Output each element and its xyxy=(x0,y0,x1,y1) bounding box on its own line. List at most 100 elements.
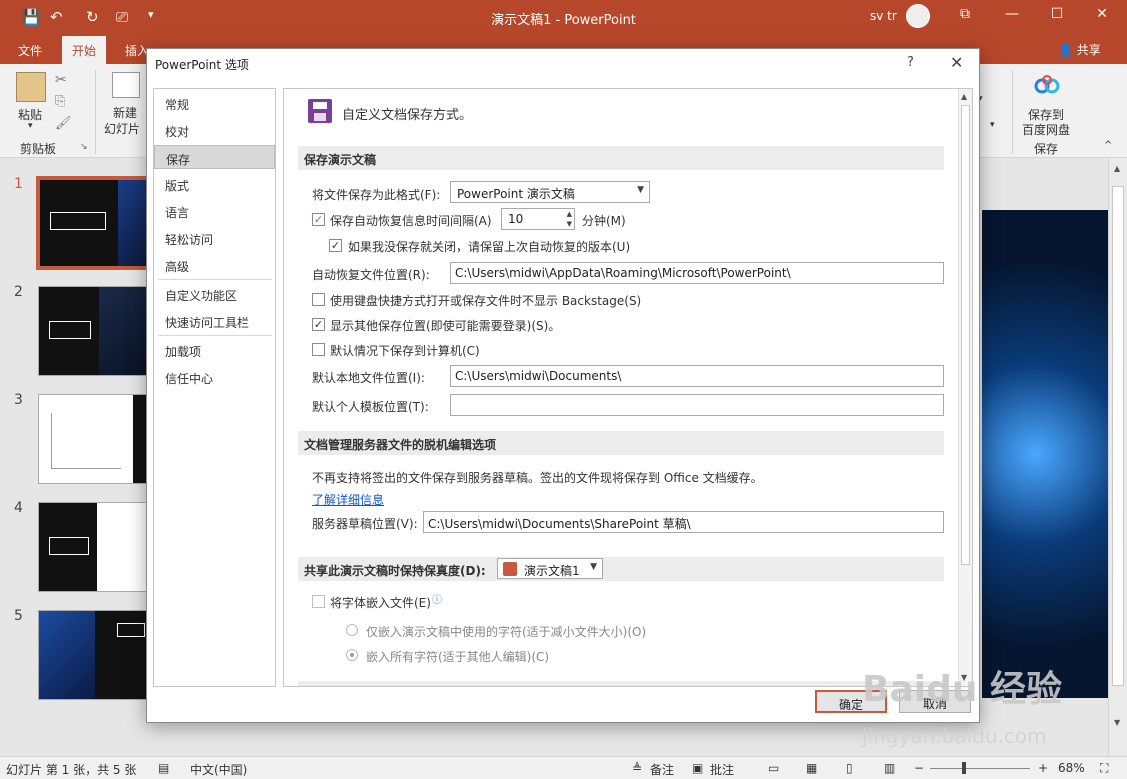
reading-view-icon[interactable]: ▯ xyxy=(846,761,853,775)
notes-icon[interactable]: ≜ xyxy=(632,761,642,775)
slideshow-view-icon[interactable]: ▥ xyxy=(884,761,895,775)
fit-slide-icon[interactable]: ⛶ xyxy=(1100,761,1108,776)
save-format-select[interactable]: PowerPoint 演示文稿 ▼ xyxy=(450,181,650,203)
slide-thumbnail[interactable] xyxy=(38,286,156,376)
nav-trust-center[interactable]: 信任中心 xyxy=(154,365,275,389)
minimize-icon[interactable]: — xyxy=(1002,6,1022,22)
next-section-header xyxy=(298,681,944,686)
embed-used-chars-radio[interactable] xyxy=(346,624,358,636)
server-drafts-location-input[interactable]: C:\Users\midwi\Documents\SharePoint 草稿\ xyxy=(423,511,944,533)
cut-icon[interactable]: ✂ xyxy=(55,72,67,88)
minutes-label: 分钟(M) xyxy=(582,214,626,228)
normal-view-icon[interactable]: ▭ xyxy=(768,761,779,775)
comments-icon[interactable]: ▣ xyxy=(692,761,703,775)
scroll-up-icon[interactable]: ▲ xyxy=(961,92,967,101)
language-indicator[interactable]: 中文(中国) xyxy=(190,761,247,778)
show-other-locations-label: 显示其他保存位置(即使可能需要登录)(S)。 xyxy=(330,319,561,333)
ribbon-separator xyxy=(1012,70,1013,154)
nav-divider xyxy=(158,335,272,336)
save-icon-shutter xyxy=(314,113,326,121)
dialog-title-bar[interactable]: PowerPoint 选项 ? ✕ xyxy=(147,49,979,77)
scroll-thumb[interactable] xyxy=(1112,186,1124,686)
local-location-input[interactable]: C:\Users\midwi\Documents\ xyxy=(450,365,944,387)
share-button[interactable]: 👤 共享 xyxy=(1058,41,1101,58)
spellcheck-icon[interactable]: ▤ xyxy=(158,761,169,775)
fidelity-document-select[interactable]: 演示文稿1 ▼ xyxy=(497,558,603,579)
baidu-netdisk-icon[interactable] xyxy=(1034,74,1060,96)
content-scrollbar[interactable]: ▲ ▼ xyxy=(958,89,972,686)
nav-save[interactable]: 保存 xyxy=(154,145,275,169)
nav-general[interactable]: 常规 xyxy=(154,91,275,115)
zoom-level[interactable]: 68% xyxy=(1058,761,1085,775)
nav-advanced[interactable]: 高级 xyxy=(154,253,275,277)
notes-button[interactable]: 备注 xyxy=(650,761,674,778)
slide-number: 2 xyxy=(14,284,23,300)
zoom-slider-handle[interactable] xyxy=(962,762,966,774)
zoom-slider[interactable] xyxy=(930,768,1030,769)
canvas-scrollbar[interactable]: ▲ ▼ xyxy=(1108,158,1127,756)
nav-language[interactable]: 语言 xyxy=(154,199,275,223)
dropdown-icon[interactable]: ▾ xyxy=(990,120,995,130)
scroll-down-icon[interactable]: ▼ xyxy=(1114,718,1120,727)
fidelity-label: 共享此演示文稿时保持保真度(D): xyxy=(304,564,486,578)
embed-used-chars-label: 仅嵌入演示文稿中使用的字符(适于减小文件大小)(O) xyxy=(366,625,647,639)
zoom-in-icon[interactable]: + xyxy=(1038,761,1048,775)
nav-addins[interactable]: 加载项 xyxy=(154,338,275,362)
scroll-up-icon[interactable]: ▲ xyxy=(1114,164,1120,173)
scroll-thumb[interactable] xyxy=(961,105,970,565)
save-to-computer-checkbox[interactable] xyxy=(312,343,325,356)
embed-all-chars-radio[interactable] xyxy=(346,649,358,661)
ribbon-display-icon[interactable]: ⧉ xyxy=(955,6,975,22)
paste-icon[interactable] xyxy=(16,72,46,102)
close-window-icon[interactable]: ✕ xyxy=(1092,6,1112,22)
comments-button[interactable]: 批注 xyxy=(710,761,734,778)
template-location-input[interactable] xyxy=(450,394,944,416)
autorecover-checkbox[interactable]: ✓ xyxy=(312,213,325,226)
autorecover-minutes-stepper[interactable]: 10 ▲ ▼ xyxy=(501,208,575,230)
slide-background-image xyxy=(982,210,1116,698)
nav-accessibility[interactable]: 轻松访问 xyxy=(154,226,275,250)
new-slide-icon[interactable] xyxy=(112,72,140,98)
options-dialog: PowerPoint 选项 ? ✕ 常规 校对 保存 版式 语言 轻松访问 高级… xyxy=(146,48,980,723)
nav-layout[interactable]: 版式 xyxy=(154,172,275,196)
slide-thumbnail[interactable] xyxy=(38,502,156,592)
new-slide-label-2[interactable]: 幻灯片 xyxy=(104,120,140,137)
nav-proofing[interactable]: 校对 xyxy=(154,118,275,142)
clipboard-launcher-icon[interactable]: ↘ xyxy=(80,142,88,152)
embed-fonts-checkbox[interactable] xyxy=(312,595,325,608)
close-dialog-button[interactable]: ✕ xyxy=(950,53,963,72)
candlestick-chart-image xyxy=(51,413,121,469)
autorecover-location-input[interactable]: C:\Users\midwi\AppData\Roaming\Microsoft… xyxy=(450,262,944,284)
powerpoint-icon xyxy=(503,562,517,576)
format-painter-icon[interactable]: 🖌 xyxy=(55,116,72,131)
nav-customize-ribbon[interactable]: 自定义功能区 xyxy=(154,282,275,306)
decrement-icon[interactable]: ▼ xyxy=(567,220,572,228)
info-icon[interactable]: ⓘ xyxy=(432,591,442,606)
status-bar: 幻灯片 第 1 张，共 5 张 ▤ 中文(中国) ≜ 备注 ▣ 批注 ▭ ▦ ▯… xyxy=(0,756,1127,779)
tab-file[interactable]: 文件 xyxy=(18,42,42,59)
increment-icon[interactable]: ▲ xyxy=(567,210,572,218)
new-slide-label-1[interactable]: 新建 xyxy=(113,104,137,121)
collapse-ribbon-icon[interactable]: ^ xyxy=(1104,140,1112,151)
nav-quick-access-toolbar[interactable]: 快速访问工具栏 xyxy=(154,309,275,333)
section-offline-editing: 文档管理服务器文件的脱机编辑选项 xyxy=(298,431,944,455)
maximize-icon[interactable]: ☐ xyxy=(1047,6,1067,22)
keep-last-version-checkbox[interactable]: ✓ xyxy=(329,239,342,252)
paste-dropdown-icon[interactable]: ▾ xyxy=(28,121,33,131)
autorecover-minutes-value: 10 xyxy=(508,212,524,226)
user-name[interactable]: sv tr xyxy=(870,9,897,23)
slide-thumbnail[interactable] xyxy=(38,610,156,700)
options-nav: 常规 校对 保存 版式 语言 轻松访问 高级 自定义功能区 快速访问工具栏 加载… xyxy=(153,88,276,687)
save-to-label-2[interactable]: 百度网盘 xyxy=(1022,121,1070,138)
avatar[interactable] xyxy=(906,4,930,28)
copy-icon[interactable]: ⎘ xyxy=(55,94,65,109)
help-button[interactable]: ? xyxy=(907,55,914,70)
zoom-out-icon[interactable]: − xyxy=(914,761,924,775)
no-backstage-checkbox[interactable] xyxy=(312,293,325,306)
show-other-locations-checkbox[interactable]: ✓ xyxy=(312,318,325,331)
slide-thumbnail[interactable] xyxy=(38,394,156,484)
learn-more-link[interactable]: 了解详细信息 xyxy=(312,491,384,508)
slide-thumbnail[interactable] xyxy=(36,176,158,270)
tab-home[interactable]: 开始 xyxy=(62,36,107,64)
slide-sorter-icon[interactable]: ▦ xyxy=(806,761,817,775)
